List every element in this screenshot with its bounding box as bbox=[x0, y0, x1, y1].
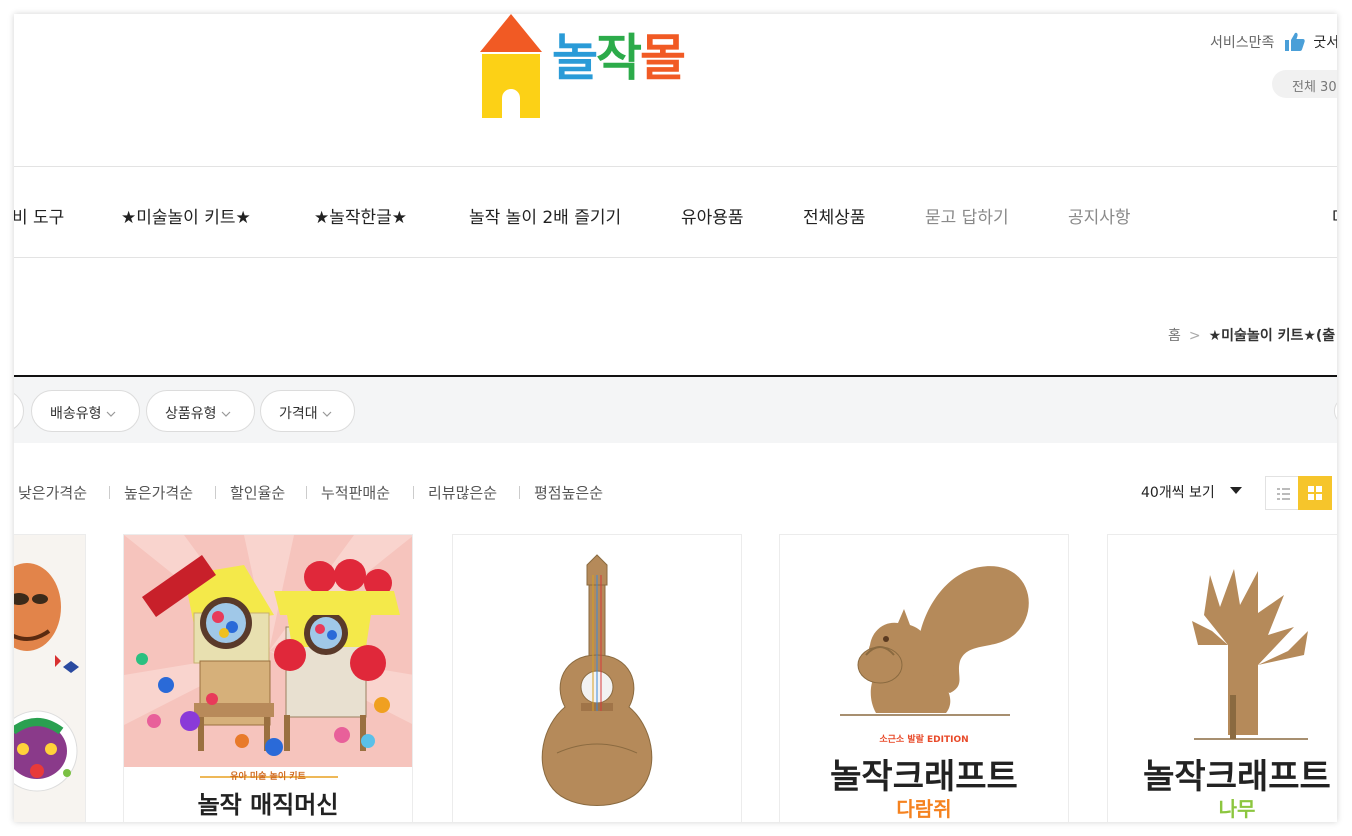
product-banner-small: 유아 미술 놀이 키트 bbox=[230, 772, 306, 782]
logo-char-1: 놀 bbox=[552, 29, 598, 87]
house-logo-icon bbox=[480, 14, 542, 118]
breadcrumb-home[interactable]: 홈 bbox=[1168, 328, 1181, 344]
sort-divider bbox=[215, 486, 216, 499]
product-edition: 소근소 발랄 EDITION bbox=[879, 735, 969, 745]
sort-divider bbox=[413, 486, 414, 499]
product-image-guitar bbox=[453, 535, 741, 822]
list-view-icon bbox=[1277, 488, 1290, 500]
product-image-mask bbox=[14, 535, 85, 822]
product-title: 놀작 매직머신 bbox=[197, 791, 339, 819]
chevron-down-icon bbox=[106, 411, 115, 417]
filter-label: 상품유형 bbox=[165, 406, 217, 422]
caret-down-icon[interactable] bbox=[1230, 487, 1242, 494]
sort-divider bbox=[109, 486, 110, 499]
product-card[interactable] bbox=[14, 534, 86, 822]
chevron-down-icon bbox=[322, 411, 332, 417]
product-card[interactable] bbox=[452, 534, 742, 822]
filter-label: 배송유형 bbox=[50, 406, 102, 422]
nav-item-baby-goods[interactable]: 유아용품 bbox=[681, 203, 744, 228]
sort-high-price[interactable]: 높은가격순 bbox=[124, 482, 193, 503]
grid-view-icon bbox=[1308, 486, 1322, 500]
nav-item-hangul[interactable]: ★놀작한글★ bbox=[314, 203, 407, 228]
filter-label: 가격대 bbox=[279, 406, 318, 422]
sort-divider bbox=[306, 486, 307, 499]
chevron-down-icon bbox=[221, 411, 230, 417]
logo-char-3: 몰 bbox=[640, 29, 686, 87]
per-page-select[interactable]: 40개씩 보기 bbox=[1141, 482, 1215, 502]
filter-product-type[interactable]: 상품유형 bbox=[146, 390, 255, 432]
breadcrumb: 홈 > ★미술놀이 키트★(출 bbox=[1168, 325, 1335, 345]
filter-bar: 배송유형 상품유형 가격대 bbox=[14, 375, 1337, 443]
nav-item-all-products[interactable]: 전체상품 bbox=[803, 203, 866, 228]
filter-price-range[interactable]: 가격대 bbox=[260, 390, 355, 432]
nav-item-more[interactable]: 마 bbox=[1332, 203, 1337, 228]
product-title: 놀작크래프트 bbox=[830, 757, 1018, 797]
filter-delivery-type[interactable]: 배송유형 bbox=[31, 390, 140, 432]
site-logo[interactable]: 놀작몰 bbox=[480, 14, 720, 122]
sort-sales[interactable]: 누적판매순 bbox=[321, 482, 390, 503]
sort-discount[interactable]: 할인율순 bbox=[230, 482, 285, 503]
nav-item-art-kit[interactable]: ★미술놀이 키트★ bbox=[121, 203, 251, 228]
nav-item-play-double[interactable]: 놀작 놀이 2배 즐기기 bbox=[469, 203, 621, 228]
list-view-button[interactable] bbox=[1265, 476, 1299, 510]
sort-divider bbox=[519, 486, 520, 499]
grid-view-button[interactable] bbox=[1298, 476, 1332, 510]
product-card[interactable]: 소근소 발랄 EDITION 놀작크래프트 다람쥐 bbox=[779, 534, 1069, 822]
product-subtitle: 다람쥐 bbox=[896, 797, 952, 821]
logo-text: 놀작몰 bbox=[552, 28, 686, 88]
product-card[interactable]: 유아 미술 놀이 키트 놀작 매직머신 bbox=[123, 534, 413, 822]
sort-rating[interactable]: 평점높은순 bbox=[534, 482, 603, 503]
nav-item-tools[interactable]: 비 도구 bbox=[14, 203, 64, 228]
service-label: 서비스만족 bbox=[1210, 35, 1275, 51]
product-title: 놀작크래프트 bbox=[1143, 757, 1331, 797]
service-satisfaction: 서비스만족 굿서 bbox=[1210, 32, 1337, 52]
thumbs-up-icon bbox=[1284, 32, 1305, 51]
breadcrumb-current[interactable]: ★미술놀이 키트★(출 bbox=[1209, 328, 1336, 344]
search-pill[interactable]: 전체 30 bbox=[1272, 70, 1337, 98]
logo-char-2: 작 bbox=[596, 29, 642, 87]
service-value: 굿서 bbox=[1313, 35, 1337, 51]
main-nav: 비 도구 ★미술놀이 키트★ ★놀작한글★ 놀작 놀이 2배 즐기기 유아용품 … bbox=[14, 166, 1337, 258]
filter-button-partial[interactable] bbox=[14, 390, 24, 432]
refresh-icon[interactable] bbox=[1334, 397, 1337, 425]
browser-viewport: 놀작몰 서비스만족 굿서 전체 30 비 도구 ★미술놀이 키트★ ★놀작한글★… bbox=[14, 14, 1337, 822]
sort-bar: 낮은가격순 높은가격순 할인율순 누적판매순 리뷰많은순 평점높은순 40개씩 … bbox=[14, 476, 1337, 510]
sort-low-price[interactable]: 낮은가격순 bbox=[18, 482, 87, 503]
sort-reviews[interactable]: 리뷰많은순 bbox=[428, 482, 497, 503]
nav-item-qna[interactable]: 묻고 답하기 bbox=[925, 203, 1009, 228]
product-card[interactable]: 놀작크래프트 나무 bbox=[1107, 534, 1337, 822]
nav-item-notice[interactable]: 공지사항 bbox=[1068, 203, 1131, 228]
breadcrumb-separator: > bbox=[1188, 328, 1201, 344]
product-subtitle: 나무 bbox=[1218, 797, 1256, 821]
